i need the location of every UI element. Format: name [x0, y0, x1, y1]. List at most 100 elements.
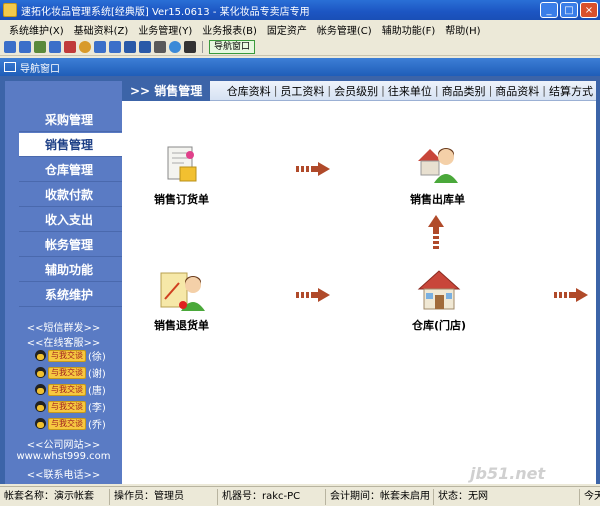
order-document-icon: [167, 146, 196, 182]
sidebar: 采购管理 销售管理 仓库管理 收款付款 收入支出 帐务管理 辅助功能 系统维护 …: [5, 81, 122, 484]
toolbar-print-icon[interactable]: [154, 40, 166, 53]
nav-window-title: 导航窗口: [20, 63, 60, 75]
tab-warehouse-data[interactable]: 仓库资料: [224, 83, 274, 99]
toolbar-icon-5[interactable]: [64, 40, 76, 53]
tab-partners[interactable]: 往来单位: [385, 83, 435, 99]
toolbar-icon-9[interactable]: [124, 40, 136, 53]
qq-badge: 与我交谈: [48, 400, 86, 413]
menu-system[interactable]: 系统维护(X): [4, 22, 69, 37]
nav-frame: 采购管理 销售管理 仓库管理 收款付款 收入支出 帐务管理 辅助功能 系统维护 …: [0, 76, 600, 484]
qq-name: (唐): [88, 386, 106, 397]
contact-link[interactable]: <<联系电话>>: [5, 466, 122, 481]
sidebar-item-aux[interactable]: 辅助功能: [19, 258, 122, 282]
sidebar-item-sales[interactable]: 销售管理: [19, 133, 122, 157]
toolbar-icon-4[interactable]: [49, 40, 61, 53]
arrow-right-icon: [296, 288, 330, 302]
qq-contact[interactable]: 与我交谈 (李): [35, 400, 106, 414]
qq-badge: 与我交谈: [48, 349, 86, 362]
sales-order-node[interactable]: 销售订货单: [154, 143, 209, 207]
sidebar-item-purchase[interactable]: 采购管理: [19, 108, 122, 132]
tab-product-category[interactable]: 商品类别: [439, 83, 489, 99]
current-module-title: >> 销售管理: [122, 80, 211, 101]
nav-window-header: 导航窗口: [0, 58, 600, 76]
qq-contact[interactable]: 与我交谈 (乔): [35, 417, 106, 431]
qq-icon: [35, 384, 46, 395]
online-service-link[interactable]: <<在线客服>>: [5, 334, 122, 349]
warehouse-node[interactable]: 仓库(门店): [412, 267, 466, 333]
title-bar: 速拓化妆品管理系统[经典版] Ver15.0613 - 某化妆品专卖店专用 _ …: [0, 0, 600, 20]
qq-badge: 与我交谈: [48, 383, 86, 396]
sidebar-item-accounts[interactable]: 帐务管理: [19, 233, 122, 257]
sales-return-label: 销售退货单: [154, 319, 209, 332]
main-panel: >> 销售管理 仓库资料 | 员工资料 | 会员级别 | 往来单位 | 商品类别 | 商品…: [122, 80, 596, 484]
menu-aux[interactable]: 辅助功能(F): [377, 22, 441, 37]
nav-window-button[interactable]: 导航窗口: [209, 39, 256, 54]
status-today: 今天: [584, 490, 600, 502]
tab-settlement[interactable]: 结算方式: [546, 83, 596, 99]
menu-fixed-assets[interactable]: 固定资产: [262, 22, 312, 37]
status-operator: 操作员：管理员: [110, 488, 218, 505]
qq-contact[interactable]: 与我交谈 (谢): [35, 366, 106, 380]
arrow-right-icon: [296, 162, 330, 176]
status-machine: 机器号：rakc-PC: [218, 488, 326, 505]
toolbar-icon-2[interactable]: [19, 40, 31, 53]
status-period: 会计期间：帐套未启用: [326, 488, 434, 505]
qq-name: (乔): [88, 420, 106, 431]
menu-accounts[interactable]: 帐务管理(C): [312, 22, 377, 37]
toolbar-user-icon[interactable]: [79, 40, 91, 53]
menu-basic-data[interactable]: 基础资料(Z): [69, 22, 134, 37]
minimize-button[interactable]: _: [540, 2, 558, 18]
sales-out-label: 销售出库单: [410, 193, 465, 206]
tab-bar: >> 销售管理 仓库资料 | 员工资料 | 会员级别 | 往来单位 | 商品类别 | 商品…: [122, 80, 596, 101]
person-house-icon: [417, 148, 458, 183]
toolbar-icon-3[interactable]: [34, 40, 46, 53]
qq-icon: [35, 367, 46, 378]
house-icon: [417, 270, 461, 310]
sidebar-item-warehouse[interactable]: 仓库管理: [19, 158, 122, 182]
toolbar-help-icon[interactable]: [169, 40, 181, 53]
toolbar-exit-icon[interactable]: [184, 40, 196, 53]
sidebar-item-system[interactable]: 系统维护: [19, 283, 122, 307]
qq-badge: 与我交谈: [48, 417, 86, 430]
status-account: 帐套名称：演示帐套: [0, 488, 110, 505]
site-url[interactable]: www.whst999.com: [5, 451, 122, 462]
warehouse-label: 仓库(门店): [412, 319, 467, 332]
toolbar-separator: [202, 40, 203, 53]
arrow-up-icon: [428, 215, 444, 249]
toolbar: 导航窗口: [0, 38, 600, 56]
toolbar-save-icon[interactable]: [139, 40, 151, 53]
menu-bar: 系统维护(X) 基础资料(Z) 业务管理(Y) 业务报表(B) 固定资产 帐务管…: [0, 20, 600, 38]
qq-contact[interactable]: 与我交谈 (唐): [35, 383, 106, 397]
window-icon: [4, 62, 16, 72]
maximize-button[interactable]: □: [560, 2, 578, 18]
qq-contact[interactable]: 与我交谈 (徐): [35, 349, 106, 363]
sales-order-label: 销售订货单: [154, 193, 209, 206]
qq-icon: [35, 418, 46, 429]
qq-name: (谢): [88, 369, 106, 380]
tab-product-data[interactable]: 商品资料: [492, 83, 542, 99]
sidebar-item-income[interactable]: 收入支出: [19, 208, 122, 232]
toolbar-icon-1[interactable]: [4, 40, 16, 53]
close-button[interactable]: ×: [580, 2, 598, 18]
tab-member-level[interactable]: 会员级别: [331, 83, 381, 99]
toolbar-icon-7[interactable]: [94, 40, 106, 53]
qq-icon: [35, 401, 46, 412]
tab-staff-data[interactable]: 员工资料: [277, 83, 327, 99]
status-state: 状态：无网: [434, 488, 580, 505]
qq-icon: [35, 350, 46, 361]
menu-help[interactable]: 帮助(H): [440, 22, 485, 37]
sales-out-node[interactable]: 销售出库单: [410, 141, 465, 207]
arrow-right-icon: [554, 288, 588, 302]
menu-reports[interactable]: 业务报表(B): [197, 22, 262, 37]
sms-link[interactable]: <<短信群发>>: [5, 319, 122, 334]
company-site-link[interactable]: <<公司网站>>: [5, 436, 122, 451]
qq-name: (徐): [88, 352, 106, 363]
qq-name: (李): [88, 403, 106, 414]
sidebar-item-payments[interactable]: 收款付款: [19, 183, 122, 207]
app-icon: [3, 3, 17, 17]
sales-return-node[interactable]: 销售退货单: [154, 269, 209, 333]
toolbar-icon-8[interactable]: [109, 40, 121, 53]
window-title: 速拓化妆品管理系统[经典版] Ver15.0613 - 某化妆品专卖店专用: [21, 6, 310, 18]
menu-business[interactable]: 业务管理(Y): [133, 22, 197, 37]
qq-badge: 与我交谈: [48, 366, 86, 379]
